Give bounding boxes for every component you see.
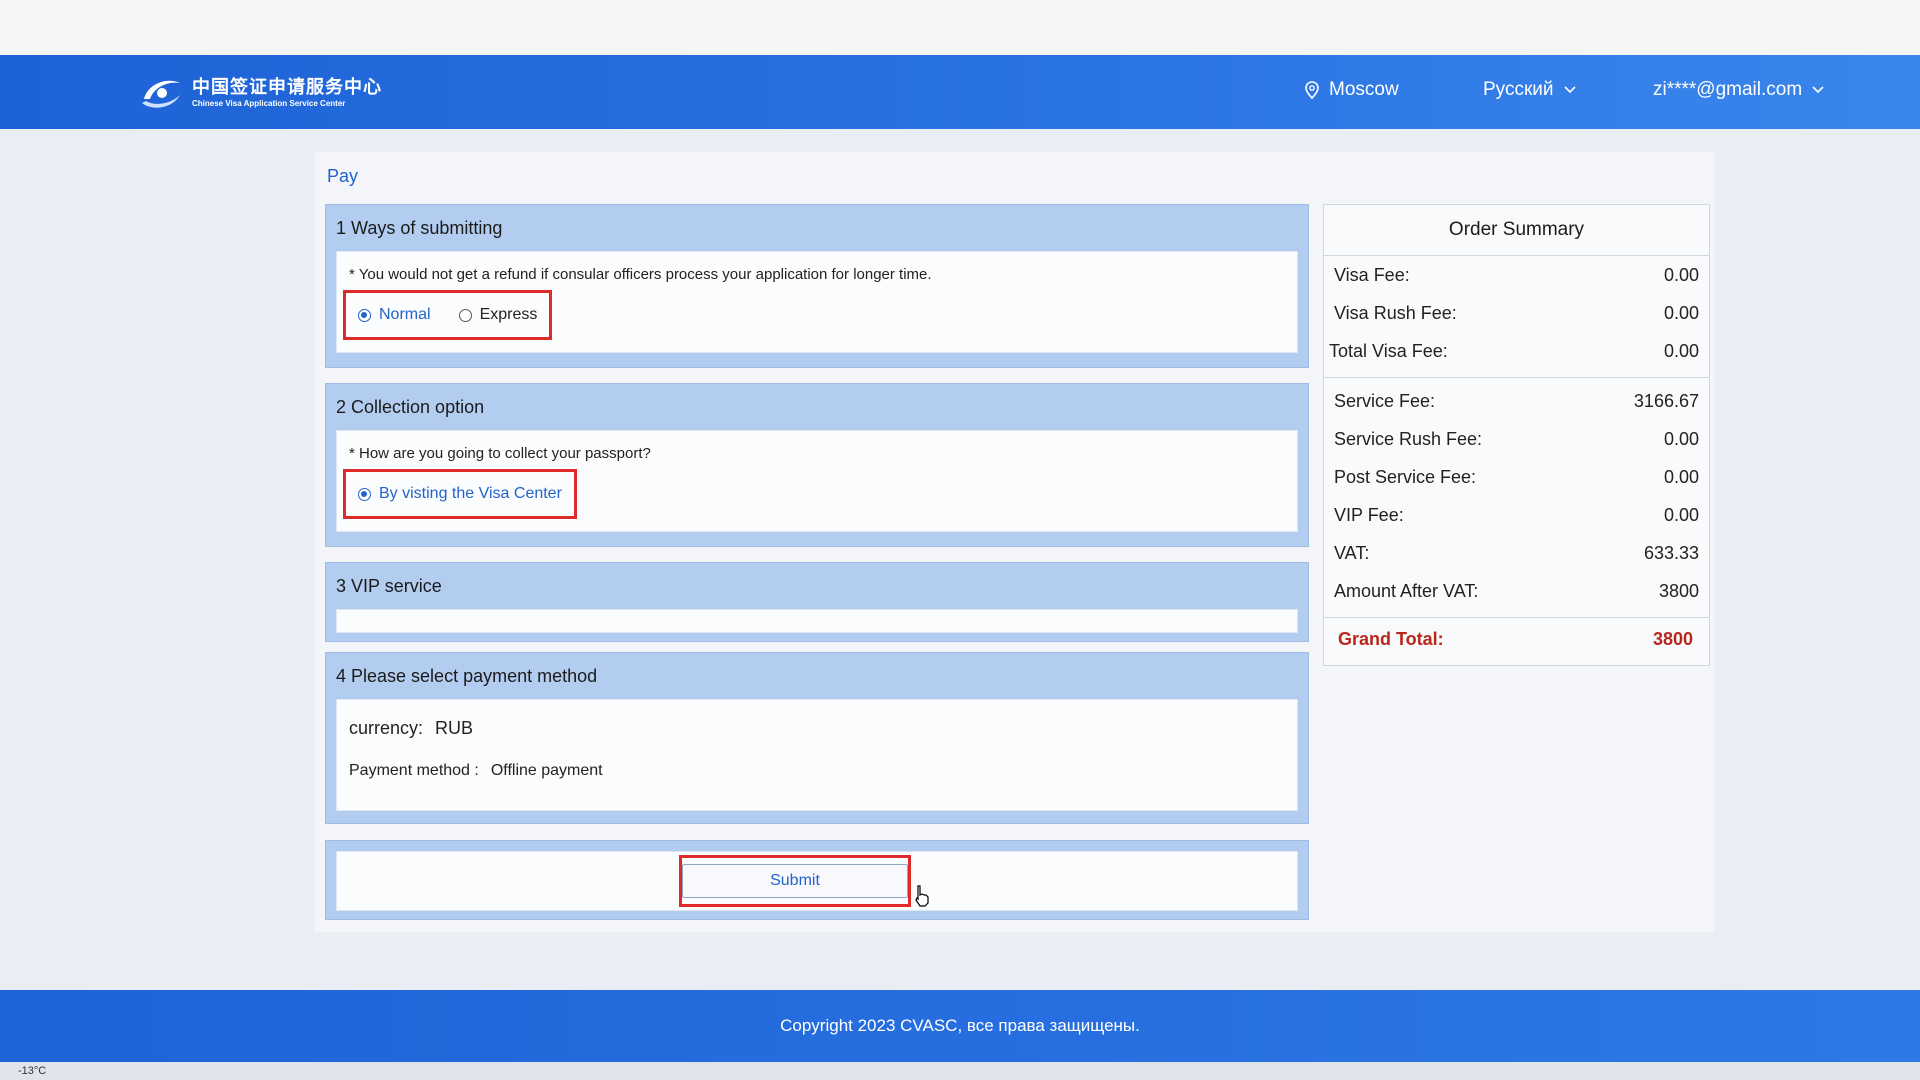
divider <box>1324 377 1709 378</box>
row-label: Service Rush Fee: <box>1334 429 1483 449</box>
copyright-text: Copyright 2023 CVASC, все права защищены… <box>780 1016 1140 1035</box>
post-service-fee-row: Post Service Fee: 0.00 <box>1334 467 1699 488</box>
radio-selected-icon <box>358 487 371 501</box>
express-label: Express <box>479 306 538 323</box>
currency-label: currency: <box>349 718 424 738</box>
browser-chrome <box>0 0 1920 56</box>
submit-button[interactable]: Submit <box>682 864 908 898</box>
row-value: 633.33 <box>1643 543 1699 563</box>
collection-options-highlight: By visting the Visa Center <box>343 469 577 519</box>
row-value: 3800 <box>1658 581 1699 601</box>
logo-english-text: Chinese Visa Application Service Center <box>192 98 346 108</box>
row-value: 0.00 <box>1663 341 1699 361</box>
section-title: 3 VIP service <box>336 576 442 596</box>
row-label: Post Service Fee: <box>1334 467 1477 487</box>
vip-service-section: 3 VIP service <box>325 562 1309 642</box>
city-label: Moscow <box>1329 79 1399 100</box>
row-value: 0.00 <box>1663 467 1699 487</box>
visit-visa-center-label: By visting the Visa Center <box>379 485 562 502</box>
currency-row: currency: RUB <box>349 718 473 739</box>
total-visa-fee-row: Total Visa Fee: 0.00 <box>1329 341 1699 362</box>
user-email: zi****@gmail.com <box>1653 79 1803 100</box>
submit-highlight: Submit <box>679 855 929 907</box>
submitting-options-highlight: Normal Express <box>343 290 553 340</box>
row-label: Service Fee: <box>1334 391 1436 411</box>
row-value: 3166.67 <box>1633 391 1699 411</box>
breadcrumb[interactable]: Pay <box>327 166 358 187</box>
divider <box>1324 617 1709 618</box>
amount-after-vat-row: Amount After VAT: 3800 <box>1334 581 1699 602</box>
service-fee-row: Service Fee: 3166.67 <box>1334 391 1699 412</box>
payment-method-label: Payment method : <box>349 762 479 779</box>
section-title: 1 Ways of submitting <box>336 218 503 238</box>
vip-service-body <box>336 609 1298 633</box>
normal-label: Normal <box>379 306 431 323</box>
pointer-cursor-icon <box>915 885 929 907</box>
row-label: Amount After VAT: <box>1334 581 1479 601</box>
row-label: Visa Fee: <box>1334 265 1410 285</box>
top-navigation-bar: 中国签证申请服务中心 Chinese Visa Application Serv… <box>0 55 1920 129</box>
row-label: VIP Fee: <box>1334 505 1404 525</box>
order-summary-title: Order Summary <box>1324 205 1709 256</box>
collection-question: * How are you going to collect your pass… <box>349 445 651 462</box>
payment-method-value: Offline payment <box>490 762 603 779</box>
user-account-menu[interactable]: zi****@gmail.com <box>1653 79 1824 101</box>
ways-of-submitting-section: 1 Ways of submitting * You would not get… <box>325 204 1309 368</box>
row-value: 0.00 <box>1663 265 1699 285</box>
language-label: Русский <box>1483 79 1554 100</box>
express-radio[interactable]: Express <box>458 306 538 324</box>
os-taskbar: -13°C <box>0 1062 1920 1080</box>
language-selector[interactable]: Русский <box>1483 79 1576 101</box>
chevron-down-icon <box>1812 86 1824 94</box>
city-selector[interactable]: Moscow <box>1305 79 1399 101</box>
normal-radio[interactable]: Normal <box>358 306 431 324</box>
grand-total-label: Grand Total: <box>1338 629 1444 649</box>
vip-fee-row: VIP Fee: 0.00 <box>1334 505 1699 526</box>
row-value: 0.00 <box>1663 303 1699 323</box>
row-value: 0.00 <box>1663 505 1699 525</box>
radio-unselected-icon <box>458 308 472 322</box>
section-title: 2 Collection option <box>336 397 485 417</box>
collection-option-section: 2 Collection option * How are you going … <box>325 383 1309 547</box>
radio-selected-icon <box>358 308 371 322</box>
chevron-down-icon <box>1563 86 1576 94</box>
grand-total-row: Grand Total: 3800 <box>1338 629 1693 650</box>
grand-total-value: 3800 <box>1652 629 1693 649</box>
payment-method-row: Payment method : Offline payment <box>349 762 603 780</box>
footer: Copyright 2023 CVASC, все права защищены… <box>0 990 1920 1062</box>
site-logo[interactable]: 中国签证申请服务中心 Chinese Visa Application Serv… <box>138 73 382 113</box>
weather-indicator[interactable]: -13°C <box>18 1065 46 1077</box>
cvasc-logo-icon <box>142 80 180 108</box>
refund-note: * You would not get a refund if consular… <box>349 266 932 283</box>
row-label: Total Visa Fee: <box>1329 341 1448 361</box>
row-label: Visa Rush Fee: <box>1334 303 1457 323</box>
visa-fee-row: Visa Fee: 0.00 <box>1334 265 1699 286</box>
currency-value: RUB <box>435 718 474 738</box>
row-value: 0.00 <box>1663 429 1699 449</box>
visit-visa-center-radio[interactable]: By visting the Visa Center <box>358 485 562 503</box>
order-summary-panel: Order Summary Visa Fee: 0.00 Visa Rush F… <box>1323 204 1710 666</box>
payment-page: Pay 1 Ways of submitting * You would not… <box>315 152 1715 932</box>
vat-row: VAT: 633.33 <box>1334 543 1699 564</box>
visa-rush-fee-row: Visa Rush Fee: 0.00 <box>1334 303 1699 324</box>
service-rush-fee-row: Service Rush Fee: 0.00 <box>1334 429 1699 450</box>
row-label: VAT: <box>1334 543 1370 563</box>
payment-method-section: 4 Please select payment method currency:… <box>325 652 1309 824</box>
section-title: 4 Please select payment method <box>336 666 598 686</box>
location-pin-icon <box>1305 81 1319 99</box>
logo-chinese-text: 中国签证申请服务中心 <box>192 76 382 98</box>
submit-section: Submit <box>325 840 1309 920</box>
